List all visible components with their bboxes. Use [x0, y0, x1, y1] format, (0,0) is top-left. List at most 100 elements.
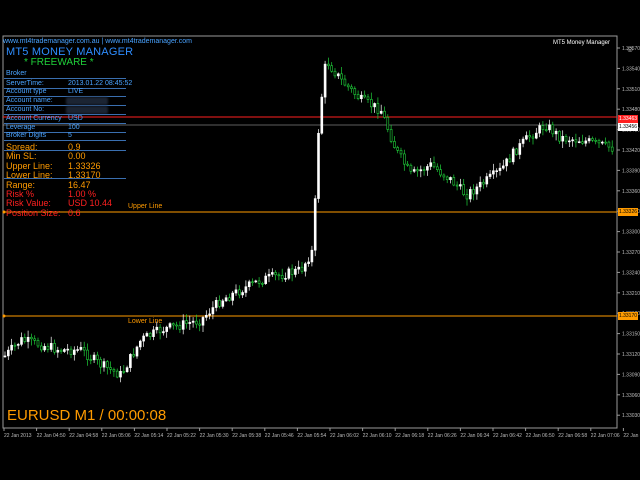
candle-body [23, 337, 27, 342]
candle-body [432, 162, 436, 168]
candle-body [261, 283, 264, 285]
candle-body [567, 140, 571, 143]
candle-body [472, 189, 475, 195]
candle-body [607, 141, 611, 148]
time-tick-label: 22 Jan 06:42 [493, 433, 522, 439]
candle-body [168, 323, 172, 328]
price-tick-label: 1.33240 [622, 270, 640, 276]
candle-body [310, 249, 314, 263]
candle-body [449, 177, 452, 181]
candle-body [353, 88, 357, 95]
price-tick-label: 1.33210 [622, 291, 640, 297]
stat-row: Position Size: 0.6 [6, 207, 81, 218]
candle-body [76, 349, 79, 351]
candle-body [175, 324, 178, 327]
candle-body [241, 292, 244, 296]
candle-body [238, 289, 241, 296]
candle-body [270, 272, 274, 275]
candle-body [92, 354, 96, 361]
time-tick-label: 22 Jan 05:38 [232, 433, 261, 439]
time-tick-label: 22 Jan 05:30 [200, 433, 229, 439]
price-tick-label: 1.33120 [622, 352, 640, 358]
candle-body [188, 322, 192, 324]
candle-body [360, 94, 363, 100]
candle-body [346, 84, 350, 88]
freeware-label: * FREEWARE * [24, 57, 94, 68]
candle-body [594, 139, 598, 142]
candle-body [201, 317, 205, 326]
time-tick-label: 22 Jan 06:18 [395, 433, 424, 439]
candle-body [228, 297, 231, 301]
candle-body [366, 96, 370, 100]
price-tick-label: 1.33300 [622, 230, 640, 236]
candle-body [323, 63, 327, 98]
account-info-value: LIVE [68, 88, 84, 95]
candle-body [313, 198, 317, 251]
symbol-timeframe-label: EURUSD M1 / 00:00:08 [7, 407, 167, 424]
time-tick-label: 22 Jan 2013 [4, 433, 32, 439]
candle-body [132, 354, 135, 357]
candle-body [300, 266, 304, 272]
candle-body [439, 169, 442, 176]
candle-body [383, 110, 386, 118]
time-tick-label: 22 Jan 06:10 [363, 433, 392, 439]
lower-line-label: Lower Line [128, 318, 163, 325]
candle-body [402, 153, 406, 165]
candle-body [356, 94, 360, 100]
candle-body [20, 337, 23, 345]
candle-body [554, 130, 558, 135]
candle-body [294, 268, 297, 275]
candle-body [115, 370, 119, 378]
candle-body [43, 346, 46, 351]
candle-body [165, 326, 168, 332]
candle-body [521, 138, 525, 144]
candle-body [211, 307, 215, 315]
account-info-label: Account name: [6, 97, 53, 104]
chart-frame [2, 35, 618, 429]
candle-body [564, 136, 568, 142]
account-info-label: Account Currency [6, 115, 62, 122]
candle-body [16, 344, 20, 346]
candle-body [198, 323, 201, 326]
candle-body [386, 117, 390, 130]
candle-body [373, 103, 376, 108]
candle-body [36, 340, 40, 347]
candle-body [39, 345, 43, 351]
candle-body [478, 181, 482, 188]
account-info-value: 5 [68, 132, 72, 139]
candle-body [429, 162, 433, 167]
candle-body [195, 320, 198, 325]
candle-body [518, 143, 522, 155]
header-links[interactable]: www.mt4trademanager.com.au | www.mt4trad… [3, 38, 192, 45]
candle-body [333, 70, 337, 77]
candle-body [538, 125, 541, 134]
time-tick-label: 22 Jan 05:54 [297, 433, 326, 439]
candle-body [53, 343, 56, 353]
upper-line-price-tag: 1.33326 [618, 208, 638, 216]
time-tick-label: 22 Jan 06:58 [558, 433, 587, 439]
price-tick-label: 1.33480 [622, 107, 640, 113]
candle-body [548, 124, 551, 131]
candle-body [336, 73, 340, 77]
candle-body [145, 333, 149, 337]
candle-body [109, 367, 112, 370]
price-tick-label: 1.33150 [622, 332, 640, 338]
candle-body [30, 336, 33, 340]
candle-body [551, 124, 555, 135]
divider [4, 140, 126, 141]
candle-body [26, 336, 30, 342]
candle-body [254, 280, 258, 283]
candle-body [412, 169, 416, 172]
smiley-icon[interactable]: ☺ [626, 46, 634, 54]
time-tick-label: 22 Jan 05:46 [265, 433, 294, 439]
price-tick-label: 1.33510 [622, 87, 640, 93]
candle-body [350, 86, 353, 89]
candle-body [257, 280, 261, 284]
candle-body [139, 340, 142, 348]
candle-body [73, 349, 76, 355]
candle-body [33, 338, 37, 341]
candle-body [280, 275, 284, 279]
candle-body [3, 355, 7, 358]
stat-label: Position Size: [6, 207, 61, 218]
candle-body [148, 333, 152, 337]
